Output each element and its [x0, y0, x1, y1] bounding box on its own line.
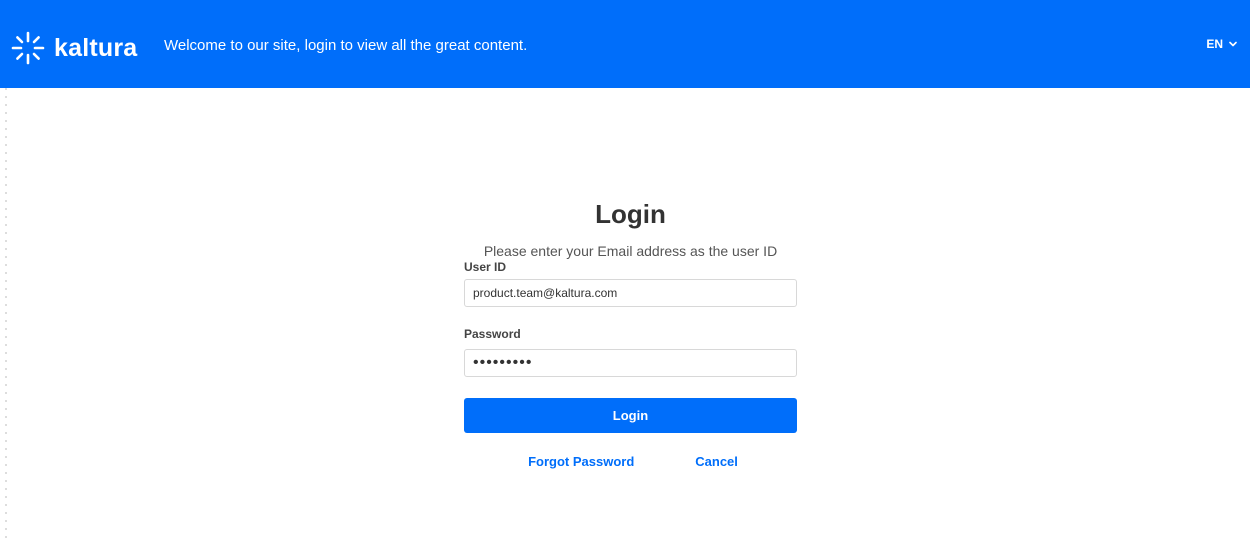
top-header: kaltura Welcome to our site, login to vi…	[0, 0, 1250, 88]
chevron-down-icon	[1229, 41, 1237, 47]
cancel-link[interactable]: Cancel	[695, 454, 738, 469]
language-label: EN	[1206, 37, 1223, 51]
language-selector[interactable]: EN	[1206, 37, 1237, 51]
kaltura-logo[interactable]: kaltura	[11, 30, 137, 66]
form-links: Forgot Password Cancel	[464, 454, 797, 469]
page-edge-divider	[0, 88, 8, 542]
login-form: Login Please enter your Email address as…	[464, 196, 797, 469]
page-title: Login	[595, 199, 666, 229]
user-id-input[interactable]	[464, 279, 797, 307]
welcome-message: Welcome to our site, login to view all t…	[164, 37, 528, 54]
user-id-label: User ID	[464, 260, 507, 274]
login-button[interactable]: Login	[464, 398, 797, 433]
logo-text: kaltura	[54, 33, 138, 62]
forgot-password-link[interactable]: Forgot Password	[528, 454, 634, 469]
password-label: Password	[464, 327, 521, 341]
password-input[interactable]	[464, 349, 797, 377]
login-hint: Please enter your Email address as the u…	[483, 243, 778, 259]
kaltura-burst-icon	[11, 31, 45, 65]
